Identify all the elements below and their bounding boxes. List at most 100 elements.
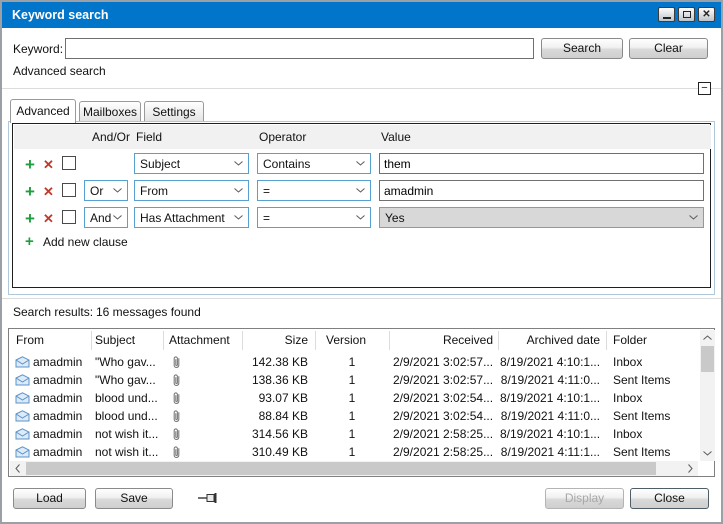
tab-mailboxes[interactable]: Mailboxes <box>79 101 141 122</box>
field-dropdown[interactable]: Has Attachment <box>134 207 249 228</box>
advanced-search-link[interactable]: Advanced search <box>13 64 106 78</box>
tab-advanced[interactable]: Advanced <box>10 99 76 123</box>
cell-folder: Inbox <box>613 391 693 405</box>
field-dropdown[interactable]: From <box>134 180 249 201</box>
cell-received: 2/9/2021 3:02:57... <box>393 373 493 387</box>
andor-dropdown[interactable]: And <box>84 207 128 228</box>
load-button[interactable]: Load <box>13 488 86 509</box>
scroll-right-button[interactable] <box>683 461 698 476</box>
cell-size: 88.84 KB <box>248 409 308 423</box>
collapse-advanced-toggle[interactable]: − <box>698 82 711 95</box>
paperclip-icon <box>172 427 181 442</box>
column-field: Field <box>136 130 162 144</box>
cell-subject: blood und... <box>95 409 165 423</box>
cell-folder: Inbox <box>613 355 693 369</box>
cell-version: 1 <box>326 355 378 369</box>
cell-subject: not wish it... <box>95 445 165 459</box>
envelope-icon <box>15 356 30 368</box>
add-clause-icon[interactable]: + <box>25 158 35 172</box>
scroll-up-button[interactable] <box>700 330 715 345</box>
minimize-button[interactable] <box>658 7 675 22</box>
cell-received: 2/9/2021 3:02:57... <box>393 355 493 369</box>
column-value: Value <box>381 130 411 144</box>
clause-checkbox[interactable] <box>62 156 76 170</box>
column-attachment[interactable]: Attachment <box>169 333 230 347</box>
cell-received: 2/9/2021 2:58:25... <box>393 427 493 441</box>
column-size[interactable]: Size <box>248 333 308 347</box>
clause-table-header: And/Or Field Operator Value <box>14 125 711 149</box>
cell-size: 138.36 KB <box>248 373 308 387</box>
pin-icon[interactable] <box>198 492 220 504</box>
save-button[interactable]: Save <box>95 488 173 509</box>
cell-archived-date: 8/19/2021 4:10:1... <box>500 427 600 441</box>
close-button[interactable]: Close <box>630 488 709 509</box>
delete-clause-icon[interactable]: ✕ <box>43 185 54 199</box>
maximize-icon <box>683 11 691 18</box>
keyword-search-dialog: Keyword search ✕ Keyword: Search Clear A… <box>0 0 723 524</box>
table-row[interactable]: amadmin blood und... 88.84 KB 1 2/9/2021… <box>9 407 698 425</box>
column-from[interactable]: From <box>16 333 44 347</box>
chevron-down-icon <box>703 451 712 456</box>
value-dropdown[interactable]: Yes <box>379 207 704 228</box>
andor-dropdown[interactable]: Or <box>84 180 128 201</box>
cell-archived-date: 8/19/2021 4:11:0... <box>500 373 600 387</box>
operator-dropdown[interactable]: = <box>257 180 371 201</box>
chevron-down-icon <box>234 188 243 193</box>
cell-from: amadmin <box>33 409 89 423</box>
column-folder[interactable]: Folder <box>613 333 647 347</box>
horizontal-scrollbar[interactable] <box>10 461 698 476</box>
envelope-icon <box>15 428 30 440</box>
column-subject[interactable]: Subject <box>95 333 135 347</box>
delete-clause-icon[interactable]: ✕ <box>43 158 54 172</box>
envelope-icon <box>15 410 30 422</box>
cell-from: amadmin <box>33 391 89 405</box>
table-row[interactable]: amadmin not wish it... 310.49 KB 1 2/9/2… <box>9 443 698 461</box>
keyword-input[interactable] <box>65 38 534 59</box>
value-input[interactable] <box>379 180 704 201</box>
scroll-down-button[interactable] <box>700 446 715 461</box>
column-received[interactable]: Received <box>403 333 493 347</box>
clause-checkbox[interactable] <box>62 183 76 197</box>
search-results-count: 16 messages found <box>96 305 201 319</box>
cell-folder: Inbox <box>613 427 693 441</box>
plus-icon: + <box>25 235 34 249</box>
tab-settings[interactable]: Settings <box>144 101 204 122</box>
cell-received: 2/9/2021 2:58:25... <box>393 445 493 459</box>
paperclip-icon <box>172 445 181 460</box>
search-button[interactable]: Search <box>541 38 623 59</box>
clause-row: + ✕ And Has Attachment = Yes <box>13 205 710 232</box>
window-title: Keyword search <box>12 2 109 28</box>
scroll-left-button[interactable] <box>10 461 25 476</box>
column-separator <box>315 331 316 350</box>
clear-button[interactable]: Clear <box>629 38 708 59</box>
column-separator <box>242 331 243 350</box>
operator-dropdown[interactable]: Contains <box>257 153 371 174</box>
cell-received: 2/9/2021 3:02:54... <box>393 409 493 423</box>
vertical-scrollbar-thumb[interactable] <box>701 346 714 372</box>
results-header-row: From Subject Attachment Size Version Rec… <box>9 329 698 352</box>
add-clause-icon[interactable]: + <box>25 212 35 226</box>
maximize-button[interactable] <box>678 7 695 22</box>
column-separator <box>91 331 92 350</box>
cell-version: 1 <box>326 409 378 423</box>
cell-received: 2/9/2021 3:02:54... <box>393 391 493 405</box>
vertical-scrollbar[interactable] <box>700 330 715 461</box>
cell-from: amadmin <box>33 373 89 387</box>
horizontal-scrollbar-thumb[interactable] <box>26 462 656 475</box>
table-row[interactable]: amadmin not wish it... 314.56 KB 1 2/9/2… <box>9 425 698 443</box>
delete-clause-icon[interactable]: ✕ <box>43 212 54 226</box>
clause-row: + ✕ Or From = <box>13 178 710 205</box>
field-dropdown[interactable]: Subject <box>134 153 249 174</box>
value-input[interactable] <box>379 153 704 174</box>
column-version[interactable]: Version <box>326 333 366 347</box>
cell-size: 93.07 KB <box>248 391 308 405</box>
envelope-icon <box>15 392 30 404</box>
clause-checkbox[interactable] <box>62 210 76 224</box>
close-button-titlebar[interactable]: ✕ <box>698 7 715 22</box>
operator-dropdown[interactable]: = <box>257 207 371 228</box>
add-clause-icon[interactable]: + <box>25 185 35 199</box>
table-row[interactable]: amadmin "Who gav... 142.38 KB 1 2/9/2021… <box>9 353 698 371</box>
table-row[interactable]: amadmin "Who gav... 138.36 KB 1 2/9/2021… <box>9 371 698 389</box>
column-archived-date[interactable]: Archived date <box>510 333 600 347</box>
table-row[interactable]: amadmin blood und... 93.07 KB 1 2/9/2021… <box>9 389 698 407</box>
